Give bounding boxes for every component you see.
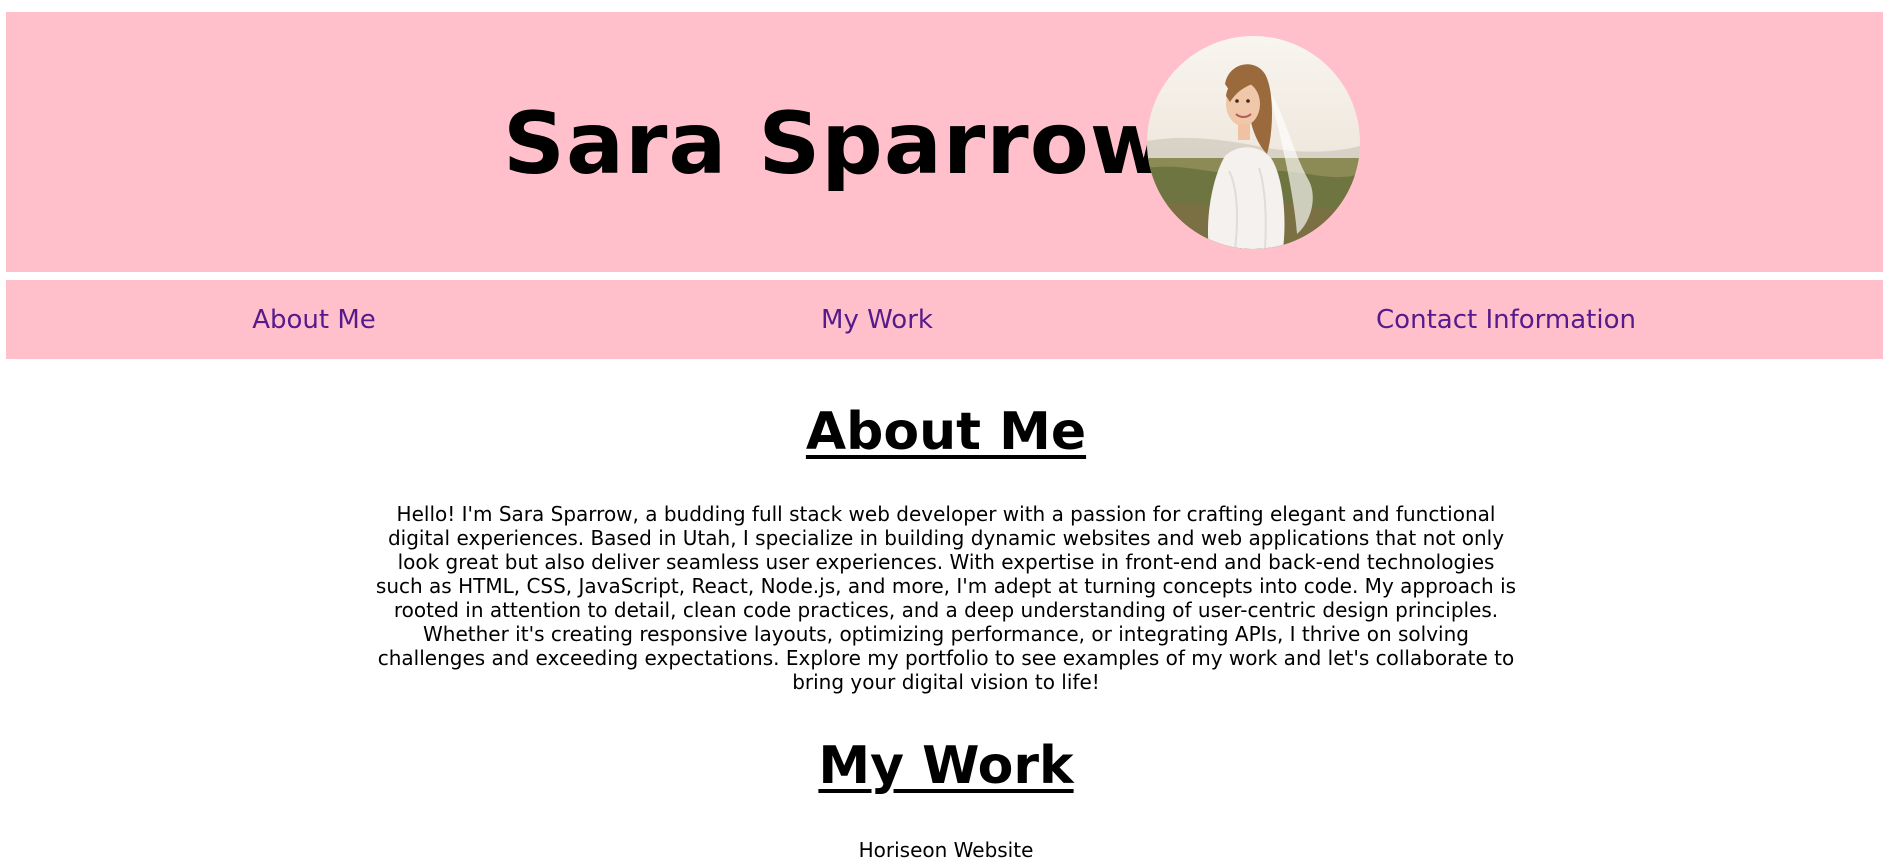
work-heading: My Work — [818, 736, 1074, 796]
profile-photo-icon — [1147, 36, 1360, 249]
about-paragraph: Hello! I'm Sara Sparrow, a budding full … — [375, 502, 1517, 694]
work-item: Horiseon Website — [858, 838, 1034, 862]
site-header: Sara Sparrow — [6, 12, 1883, 272]
portfolio-page: Sara Sparrow About Me My Work Contact In… — [0, 0, 1892, 863]
nav-link-my-work[interactable]: My Work — [821, 304, 933, 336]
about-heading: About Me — [805, 402, 1087, 462]
profile-photo — [1147, 36, 1360, 249]
main-nav: About Me My Work Contact Information — [6, 280, 1883, 359]
nav-link-about-me[interactable]: About Me — [252, 304, 376, 336]
nav-link-contact-information[interactable]: Contact Information — [1376, 304, 1636, 336]
site-title: Sara Sparrow — [503, 94, 1171, 194]
